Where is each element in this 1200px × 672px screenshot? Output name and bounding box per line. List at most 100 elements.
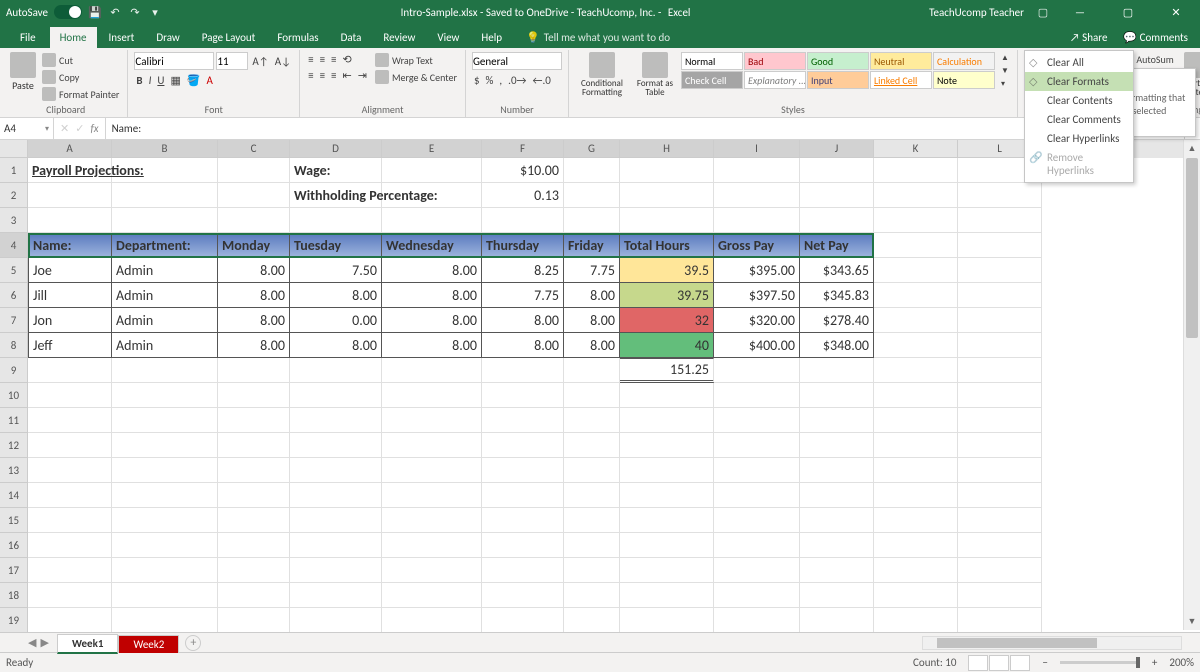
clear-formats-item[interactable]: ◇Clear Formats [1025, 72, 1133, 91]
cell[interactable] [112, 458, 218, 483]
cell[interactable] [382, 508, 482, 533]
style-cell-normal[interactable]: Normal [681, 52, 743, 70]
cell[interactable]: Friday [564, 233, 620, 258]
cell[interactable]: 8.00 [218, 308, 290, 333]
cell[interactable]: Net Pay [800, 233, 874, 258]
style-cell-check-cell[interactable]: Check Cell [681, 71, 743, 89]
row-header-18[interactable]: 18 [0, 583, 28, 608]
cell[interactable] [290, 433, 382, 458]
cell[interactable]: Monday [218, 233, 290, 258]
cell[interactable] [290, 483, 382, 508]
cell[interactable] [564, 583, 620, 608]
cell[interactable] [112, 583, 218, 608]
border-button[interactable]: ▦ [168, 73, 182, 88]
cell[interactable] [28, 533, 112, 558]
align-bottom-button[interactable]: ≡ [329, 52, 338, 67]
cell[interactable] [28, 183, 112, 208]
zoom-slider[interactable] [1060, 661, 1140, 664]
cell[interactable] [620, 608, 714, 632]
cell[interactable] [382, 408, 482, 433]
cell[interactable] [714, 533, 800, 558]
cell[interactable]: Total Hours [620, 233, 714, 258]
cell[interactable] [620, 483, 714, 508]
cell[interactable] [874, 508, 958, 533]
cell[interactable]: Joe [28, 258, 112, 283]
cell[interactable] [382, 608, 482, 632]
comma-button[interactable]: , [497, 73, 504, 88]
fx-button[interactable]: fx [90, 122, 98, 135]
cell[interactable]: Admin [112, 283, 218, 308]
cell[interactable] [800, 208, 874, 233]
tab-draw[interactable]: Draw [146, 27, 189, 48]
tab-view[interactable]: View [427, 27, 469, 48]
cell[interactable] [564, 508, 620, 533]
cell[interactable] [564, 458, 620, 483]
cell[interactable]: Admin [112, 258, 218, 283]
cell[interactable] [564, 483, 620, 508]
formula-input[interactable]: Name: [106, 122, 1184, 135]
clear-all-item[interactable]: ◇Clear All [1025, 53, 1133, 72]
font-size-select[interactable] [216, 52, 248, 70]
row-header-14[interactable]: 14 [0, 483, 28, 508]
row-header-5[interactable]: 5 [0, 258, 28, 283]
cell[interactable] [874, 308, 958, 333]
style-cell-calculation[interactable]: Calculation [933, 52, 995, 70]
cell[interactable] [714, 208, 800, 233]
cell[interactable]: $397.50 [714, 283, 800, 308]
increase-decimal-button[interactable]: .0→ [506, 73, 528, 88]
col-header-C[interactable]: C [218, 140, 290, 158]
cell[interactable] [874, 583, 958, 608]
cell[interactable] [958, 233, 1042, 258]
cell[interactable] [620, 208, 714, 233]
autosave-toggle[interactable] [54, 5, 82, 19]
comments-button[interactable]: 💬 Comments [1117, 29, 1194, 46]
wrap-text-button[interactable]: Wrap Text [373, 52, 459, 68]
cell[interactable] [714, 358, 800, 383]
tab-page-layout[interactable]: Page Layout [192, 27, 266, 48]
cell[interactable] [714, 558, 800, 583]
cell[interactable]: 7.75 [564, 258, 620, 283]
sheet-nav-prev[interactable]: ◀ [28, 636, 36, 649]
cell[interactable]: $10.00 [482, 158, 564, 183]
cell[interactable] [800, 608, 874, 632]
cell[interactable] [874, 233, 958, 258]
sheet-tab-week2[interactable]: Week2 [118, 635, 179, 653]
cell[interactable] [874, 608, 958, 632]
page-layout-view-button[interactable] [989, 655, 1009, 671]
cell[interactable]: 8.25 [482, 258, 564, 283]
styles-scroll-down[interactable]: ▼ [999, 65, 1011, 77]
conditional-formatting-button[interactable]: Conditional Formatting [575, 52, 629, 97]
cell[interactable] [112, 408, 218, 433]
cell[interactable] [958, 583, 1042, 608]
clear-contents-item[interactable]: Clear Contents [1025, 91, 1133, 110]
col-header-A[interactable]: A [28, 140, 112, 158]
cell[interactable] [218, 433, 290, 458]
cell[interactable]: Wage: [290, 158, 382, 183]
zoom-out-button[interactable]: − [1042, 656, 1047, 669]
cell[interactable]: Withholding Percentage: [290, 183, 382, 208]
cell[interactable] [800, 533, 874, 558]
cell[interactable] [958, 433, 1042, 458]
cell[interactable] [620, 433, 714, 458]
tab-help[interactable]: Help [471, 27, 512, 48]
cell[interactable]: Admin [112, 308, 218, 333]
cell[interactable] [218, 483, 290, 508]
cell[interactable] [382, 583, 482, 608]
cell[interactable] [874, 183, 958, 208]
cell[interactable] [564, 533, 620, 558]
cell[interactable] [874, 208, 958, 233]
style-cell-input[interactable]: Input [807, 71, 869, 89]
cell[interactable] [874, 458, 958, 483]
cell[interactable] [112, 558, 218, 583]
cell[interactable]: 8.00 [564, 283, 620, 308]
cell[interactable] [874, 483, 958, 508]
cell[interactable]: $400.00 [714, 333, 800, 358]
style-cell-good[interactable]: Good [807, 52, 869, 70]
cell[interactable]: $320.00 [714, 308, 800, 333]
cell[interactable] [290, 558, 382, 583]
page-break-view-button[interactable] [1010, 655, 1030, 671]
cell[interactable] [218, 208, 290, 233]
cell[interactable] [112, 383, 218, 408]
tab-review[interactable]: Review [373, 27, 425, 48]
decrease-font-button[interactable]: A↓ [273, 54, 293, 69]
